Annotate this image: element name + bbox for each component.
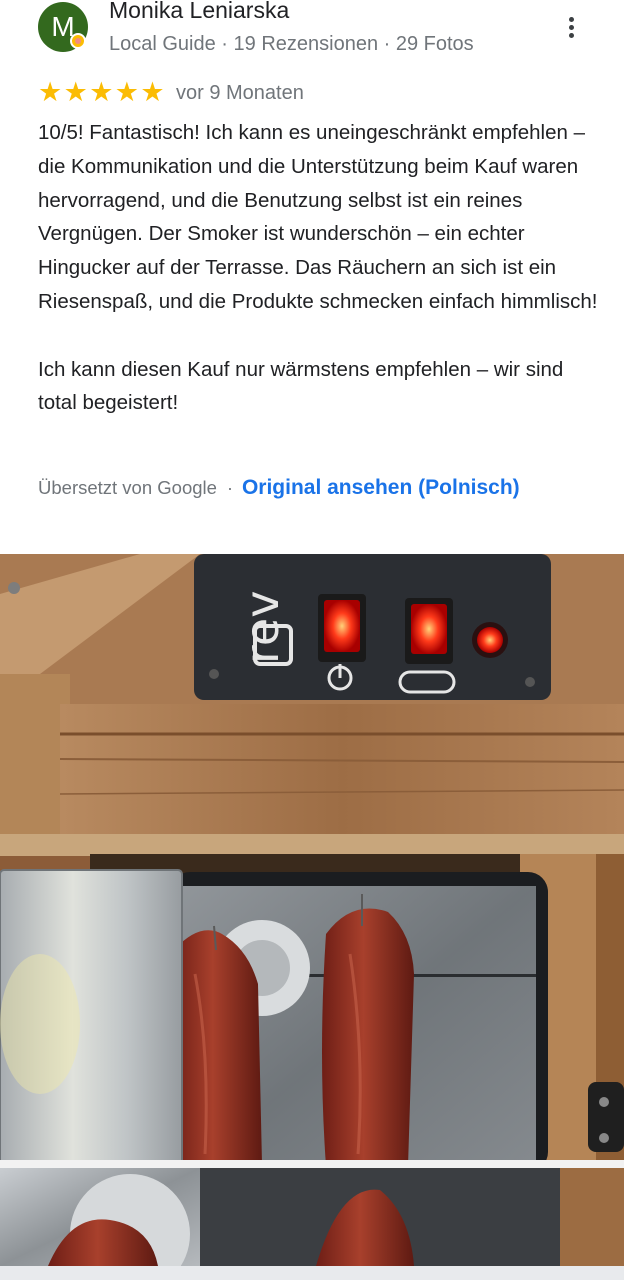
review-date: vor 9 Monaten [176,82,304,104]
smoker-photo-illustration: rev [0,554,624,1266]
translated-by-label: Übersetzt von Google [38,477,217,498]
view-original-link[interactable]: Original ansehen (Polnisch) [242,476,520,499]
author-name[interactable]: Monika Leniarska [109,0,289,24]
review-photo[interactable]: rev [0,554,624,1266]
star-rating: ★ ★ ★ ★ ★ [38,77,166,108]
review-paragraph: Ich kann diesen Kauf nur wärmstens empfe… [38,357,564,415]
review-paragraph: 10/5! Fantastisch! Ich kann es uneingesc… [38,121,598,313]
star-icon: ★ [38,77,63,107]
local-guide-badge-icon [70,33,86,49]
review-card: M Monika Leniarska Local Guide · 19 Reze… [0,0,624,1280]
review-text: 10/5! Fantastisch! Ich kann es uneingesc… [38,116,598,420]
translation-info: Übersetzt von Google · Original ansehen (P… [38,476,520,500]
star-icon: ★ [114,77,139,107]
author-meta: Local Guide · 19 Rezensionen · 29 Fotos [109,33,474,55]
more-vert-icon[interactable] [562,14,580,44]
star-icon: ★ [89,77,114,107]
bottom-divider [0,1266,624,1280]
star-icon: ★ [63,77,88,107]
separator: · [226,478,233,498]
star-icon: ★ [140,77,165,107]
